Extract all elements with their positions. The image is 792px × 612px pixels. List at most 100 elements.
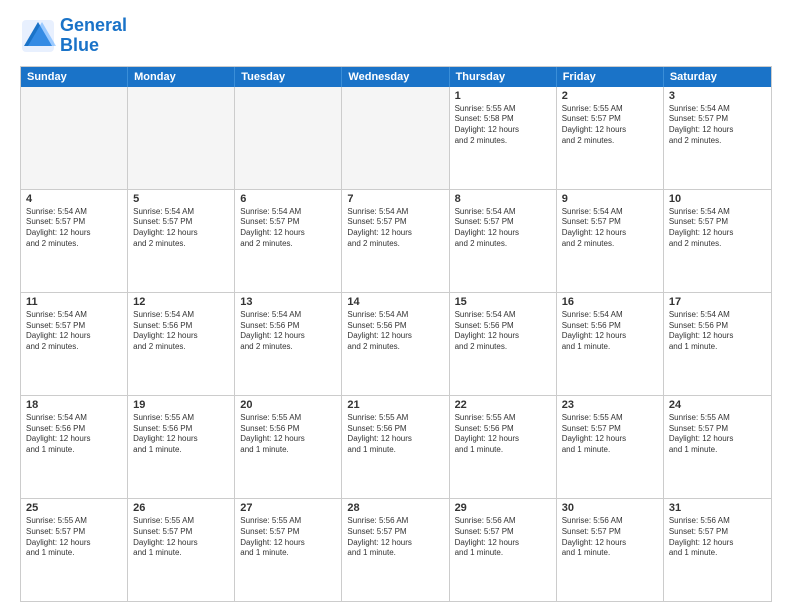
cell-text: Sunset: 5:56 PM bbox=[562, 321, 658, 332]
cell: 15Sunrise: 5:54 AMSunset: 5:56 PMDayligh… bbox=[450, 293, 557, 395]
cell-text: Daylight: 12 hours bbox=[455, 331, 551, 342]
cell-text: and 1 minute. bbox=[455, 548, 551, 559]
cell-text: Sunset: 5:57 PM bbox=[26, 527, 122, 538]
day-number: 23 bbox=[562, 399, 658, 411]
cell-text: Sunrise: 5:54 AM bbox=[669, 104, 766, 115]
cell-text: and 1 minute. bbox=[562, 548, 658, 559]
cell-text: and 1 minute. bbox=[26, 548, 122, 559]
cell-text: and 2 minutes. bbox=[455, 136, 551, 147]
cell-text: Sunrise: 5:55 AM bbox=[133, 413, 229, 424]
cell-text: Daylight: 12 hours bbox=[455, 228, 551, 239]
day-number: 28 bbox=[347, 502, 443, 514]
cell-text: Daylight: 12 hours bbox=[240, 228, 336, 239]
day-number: 31 bbox=[669, 502, 766, 514]
day-number: 12 bbox=[133, 296, 229, 308]
cell: 13Sunrise: 5:54 AMSunset: 5:56 PMDayligh… bbox=[235, 293, 342, 395]
cell-text: Sunrise: 5:55 AM bbox=[455, 413, 551, 424]
cell: 28Sunrise: 5:56 AMSunset: 5:57 PMDayligh… bbox=[342, 499, 449, 601]
cell: 24Sunrise: 5:55 AMSunset: 5:57 PMDayligh… bbox=[664, 396, 771, 498]
cell-text: Daylight: 12 hours bbox=[133, 434, 229, 445]
day-number: 7 bbox=[347, 193, 443, 205]
day-headers: SundayMondayTuesdayWednesdayThursdayFrid… bbox=[21, 67, 771, 87]
day-header-thursday: Thursday bbox=[450, 67, 557, 87]
cell-text: Daylight: 12 hours bbox=[26, 434, 122, 445]
cell-text: and 2 minutes. bbox=[669, 136, 766, 147]
day-header-tuesday: Tuesday bbox=[235, 67, 342, 87]
day-number: 20 bbox=[240, 399, 336, 411]
cell-text: and 1 minute. bbox=[240, 445, 336, 456]
cell: 3Sunrise: 5:54 AMSunset: 5:57 PMDaylight… bbox=[664, 87, 771, 189]
cell-text: Sunrise: 5:54 AM bbox=[669, 207, 766, 218]
day-header-monday: Monday bbox=[128, 67, 235, 87]
cell: 5Sunrise: 5:54 AMSunset: 5:57 PMDaylight… bbox=[128, 190, 235, 292]
day-number: 15 bbox=[455, 296, 551, 308]
cell bbox=[342, 87, 449, 189]
cell-text: and 1 minute. bbox=[133, 445, 229, 456]
cell-text: and 2 minutes. bbox=[133, 239, 229, 250]
cell-text: Sunrise: 5:54 AM bbox=[562, 207, 658, 218]
cell-text: Sunrise: 5:54 AM bbox=[26, 207, 122, 218]
cell-text: Daylight: 12 hours bbox=[669, 434, 766, 445]
cell-text: Sunset: 5:57 PM bbox=[562, 424, 658, 435]
day-number: 18 bbox=[26, 399, 122, 411]
cell-text: Sunset: 5:57 PM bbox=[455, 527, 551, 538]
cell-text: Daylight: 12 hours bbox=[347, 228, 443, 239]
cell-text: Sunrise: 5:54 AM bbox=[133, 207, 229, 218]
cell-text: and 2 minutes. bbox=[240, 239, 336, 250]
weeks: 1Sunrise: 5:55 AMSunset: 5:58 PMDaylight… bbox=[21, 87, 771, 601]
week-row-3: 18Sunrise: 5:54 AMSunset: 5:56 PMDayligh… bbox=[21, 395, 771, 498]
week-row-1: 4Sunrise: 5:54 AMSunset: 5:57 PMDaylight… bbox=[21, 189, 771, 292]
cell-text: Daylight: 12 hours bbox=[240, 434, 336, 445]
cell-text: Sunrise: 5:55 AM bbox=[347, 413, 443, 424]
cell: 19Sunrise: 5:55 AMSunset: 5:56 PMDayligh… bbox=[128, 396, 235, 498]
day-number: 9 bbox=[562, 193, 658, 205]
cell: 30Sunrise: 5:56 AMSunset: 5:57 PMDayligh… bbox=[557, 499, 664, 601]
cell-text: Sunset: 5:56 PM bbox=[455, 424, 551, 435]
cell-text: Sunset: 5:57 PM bbox=[347, 217, 443, 228]
cell-text: Daylight: 12 hours bbox=[347, 331, 443, 342]
cell-text: and 2 minutes. bbox=[669, 239, 766, 250]
cell-text: Sunset: 5:57 PM bbox=[669, 527, 766, 538]
day-header-wednesday: Wednesday bbox=[342, 67, 449, 87]
cell: 6Sunrise: 5:54 AMSunset: 5:57 PMDaylight… bbox=[235, 190, 342, 292]
day-number: 13 bbox=[240, 296, 336, 308]
cell-text: Sunset: 5:57 PM bbox=[562, 527, 658, 538]
cell-text: and 2 minutes. bbox=[455, 342, 551, 353]
cell-text: and 1 minute. bbox=[133, 548, 229, 559]
day-number: 3 bbox=[669, 90, 766, 102]
week-row-4: 25Sunrise: 5:55 AMSunset: 5:57 PMDayligh… bbox=[21, 498, 771, 601]
cell-text: Daylight: 12 hours bbox=[669, 538, 766, 549]
cell-text: and 1 minute. bbox=[669, 445, 766, 456]
cell-text: Daylight: 12 hours bbox=[669, 125, 766, 136]
cell: 11Sunrise: 5:54 AMSunset: 5:57 PMDayligh… bbox=[21, 293, 128, 395]
cell-text: Sunset: 5:56 PM bbox=[347, 321, 443, 332]
cell-text: and 2 minutes. bbox=[240, 342, 336, 353]
header: General Blue bbox=[20, 16, 772, 56]
cell: 26Sunrise: 5:55 AMSunset: 5:57 PMDayligh… bbox=[128, 499, 235, 601]
cell-text: Daylight: 12 hours bbox=[26, 331, 122, 342]
cell-text: Sunrise: 5:56 AM bbox=[669, 516, 766, 527]
cell-text: Daylight: 12 hours bbox=[562, 434, 658, 445]
cell: 7Sunrise: 5:54 AMSunset: 5:57 PMDaylight… bbox=[342, 190, 449, 292]
cell-text: Sunset: 5:57 PM bbox=[455, 217, 551, 228]
cell bbox=[235, 87, 342, 189]
cell: 21Sunrise: 5:55 AMSunset: 5:56 PMDayligh… bbox=[342, 396, 449, 498]
cell bbox=[21, 87, 128, 189]
cell: 27Sunrise: 5:55 AMSunset: 5:57 PMDayligh… bbox=[235, 499, 342, 601]
cell-text: Daylight: 12 hours bbox=[455, 434, 551, 445]
cell-text: Sunrise: 5:56 AM bbox=[562, 516, 658, 527]
cell-text: Sunrise: 5:54 AM bbox=[562, 310, 658, 321]
cell-text: Daylight: 12 hours bbox=[26, 538, 122, 549]
cell-text: Sunset: 5:57 PM bbox=[347, 527, 443, 538]
cell: 2Sunrise: 5:55 AMSunset: 5:57 PMDaylight… bbox=[557, 87, 664, 189]
cell-text: Sunset: 5:57 PM bbox=[133, 527, 229, 538]
cell-text: and 1 minute. bbox=[669, 342, 766, 353]
week-row-0: 1Sunrise: 5:55 AMSunset: 5:58 PMDaylight… bbox=[21, 87, 771, 189]
cell-text: Daylight: 12 hours bbox=[240, 331, 336, 342]
day-number: 30 bbox=[562, 502, 658, 514]
cell-text: Daylight: 12 hours bbox=[133, 228, 229, 239]
day-number: 22 bbox=[455, 399, 551, 411]
day-header-sunday: Sunday bbox=[21, 67, 128, 87]
cell-text: and 1 minute. bbox=[669, 548, 766, 559]
cell-text: and 1 minute. bbox=[347, 445, 443, 456]
